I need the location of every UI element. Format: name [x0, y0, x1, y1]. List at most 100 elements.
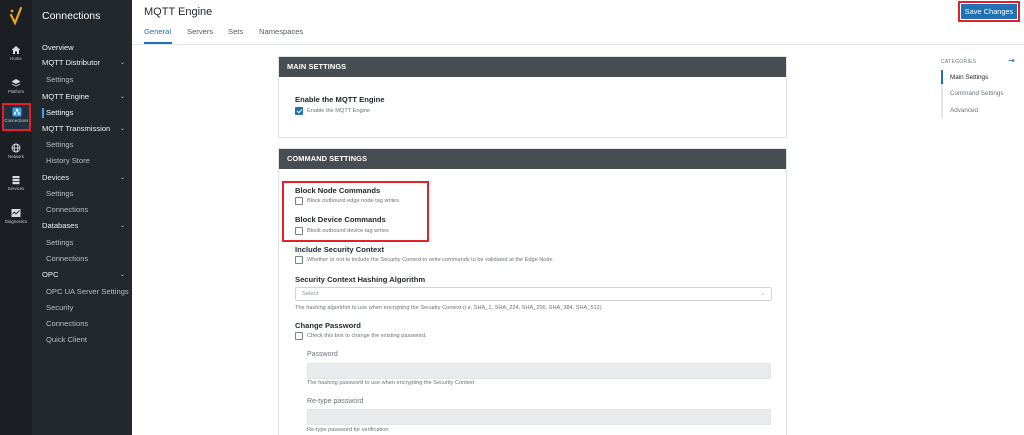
rail-label: Diagnostics — [4, 219, 28, 224]
include-security-context-hint: Whether or not to include the Security C… — [307, 257, 553, 263]
nav-label: Settings — [46, 238, 74, 247]
password-label: Password — [307, 351, 338, 358]
nav-group-databases[interactable]: Databases ⌄ — [32, 218, 132, 234]
page-title: MQTT Engine — [144, 6, 213, 18]
app-window: Home Platform Connections Network Servic… — [0, 0, 1024, 435]
rail-item-connections[interactable]: Connections — [2, 103, 31, 131]
chevron-down-icon: ⌄ — [119, 126, 125, 132]
tab-servers[interactable]: Servers — [187, 27, 213, 36]
rail-label: Network — [8, 154, 24, 159]
rail-label: Connections — [4, 118, 29, 123]
main-settings-card: MAIN SETTINGS Enable the MQTT Engine Ena… — [278, 56, 787, 138]
category-command-settings[interactable]: Command Settings — [950, 90, 1004, 97]
hashing-algorithm-placeholder: Select — [302, 291, 319, 297]
retype-password-hint: Re-type password for verification — [307, 427, 389, 433]
block-commands-highlight — [282, 181, 429, 242]
chevron-down-icon: ⌄ — [119, 223, 125, 229]
nav-title: Connections — [42, 10, 101, 22]
nav-item-history-store[interactable]: History Store — [32, 153, 132, 169]
server-icon — [12, 176, 20, 185]
nav-item-databases-connections[interactable]: Connections — [32, 251, 132, 267]
tab-namespaces[interactable]: Namespaces — [259, 27, 303, 36]
include-security-context-label: Include Security Context — [295, 245, 385, 254]
tab-sets[interactable]: Sets — [228, 27, 243, 36]
retype-password-input[interactable] — [307, 409, 771, 425]
main-content: MQTT Engine General Servers Sets Namespa… — [132, 0, 1024, 435]
nav-item-opc-ua-server-settings[interactable]: OPC UA Server Settings — [32, 284, 132, 300]
category-advanced[interactable]: Advanced — [950, 107, 978, 114]
include-security-context-checkbox[interactable] — [295, 256, 303, 264]
nav-label: Overview — [42, 43, 74, 52]
rail-item-network[interactable]: Network — [0, 140, 32, 168]
rail-label: Services — [7, 186, 25, 191]
nav-group-mqtt-engine[interactable]: MQTT Engine ⌄ — [32, 89, 132, 105]
nav-item-databases-settings[interactable]: Settings — [32, 235, 132, 251]
retype-password-label: Re-type password — [307, 398, 364, 405]
categories-title: CATEGORIES — [941, 59, 977, 65]
nav-item-devices-settings[interactable]: Settings — [32, 186, 132, 202]
nav-label: Security — [46, 303, 74, 312]
rail-label: Home — [10, 56, 22, 61]
tab-divider — [132, 44, 1024, 45]
nav-label: Databases — [42, 221, 79, 230]
nav-label: OPC UA Server Settings — [46, 287, 129, 296]
categories-active-indicator — [941, 70, 943, 84]
chevron-down-icon: ⌄ — [119, 175, 125, 181]
app-logo-icon — [9, 6, 23, 26]
change-password-hint: Check this box to change the existing pa… — [307, 333, 427, 339]
nav-label: Connections — [46, 254, 89, 263]
rail-item-diagnostics[interactable]: Diagnostics — [0, 205, 32, 233]
nav-label: MQTT Transmission — [42, 124, 111, 133]
nav-group-opc[interactable]: OPC ⌄ — [32, 267, 132, 283]
chevron-down-icon: ⌄ — [119, 272, 125, 278]
hashing-algorithm-label: Security Context Hashing Algorithm — [295, 275, 426, 284]
change-password-label: Change Password — [295, 321, 361, 330]
nav-label: Connections — [46, 205, 89, 214]
nav-label: Devices — [42, 173, 70, 182]
enable-engine-checkbox-label: Enable the MQTT Engine — [307, 108, 371, 114]
nav-item-opc-connections[interactable]: Connections — [32, 316, 132, 332]
nav-item-opc-security[interactable]: Security — [32, 300, 132, 316]
password-input[interactable] — [307, 363, 771, 379]
globe-icon — [11, 143, 21, 153]
nav-group-devices[interactable]: Devices ⌄ — [32, 170, 132, 186]
nav-label: MQTT Engine — [42, 92, 90, 101]
icon-rail: Home Platform Connections Network Servic… — [0, 0, 32, 435]
connections-icon — [12, 107, 21, 117]
home-icon — [11, 46, 21, 54]
nav-item-devices-connections[interactable]: Connections — [32, 202, 132, 218]
hashing-algorithm-hint: The hashing algorithm to use when encryp… — [295, 305, 604, 311]
category-main-settings[interactable]: Main Settings — [950, 74, 988, 81]
change-password-checkbox[interactable] — [295, 332, 303, 340]
layers-icon — [11, 79, 21, 87]
chevron-down-icon: ⌄ — [760, 291, 765, 297]
nav-item-distributor-settings[interactable]: Settings — [32, 72, 132, 88]
nav-label: MQTT Distributor — [42, 58, 101, 67]
chevron-down-icon: ⌄ — [119, 60, 125, 66]
nav-group-mqtt-distributor[interactable]: MQTT Distributor ⌄ — [32, 55, 132, 71]
nav-group-mqtt-transmission[interactable]: MQTT Transmission ⌄ — [32, 121, 132, 137]
enable-engine-checkbox[interactable] — [295, 107, 303, 115]
main-settings-header: MAIN SETTINGS — [279, 57, 786, 77]
nav-label: Settings — [46, 189, 74, 198]
nav-label: Settings — [46, 140, 74, 149]
collapse-panel-icon[interactable]: ⇥ — [1008, 56, 1015, 65]
rail-item-services[interactable]: Services — [0, 172, 32, 200]
nav-item-engine-settings[interactable]: Settings — [32, 105, 132, 121]
save-changes-button[interactable]: Save Changes — [961, 4, 1017, 19]
nav-item-quick-client[interactable]: Quick Client — [32, 332, 132, 348]
rail-label: Platform — [8, 89, 24, 94]
enable-engine-label: Enable the MQTT Engine — [295, 95, 385, 104]
nav-item-overview[interactable]: Overview — [32, 40, 132, 56]
command-settings-header: COMMAND SETTINGS — [279, 149, 786, 169]
chevron-down-icon: ⌄ — [119, 94, 125, 100]
tab-general[interactable]: General — [144, 27, 171, 36]
password-hint: The hashing password to use when encrypt… — [307, 380, 475, 386]
nav-label: Settings — [46, 108, 74, 117]
rail-item-platform[interactable]: Platform — [0, 75, 32, 103]
nav-label: Quick Client — [46, 335, 87, 344]
nav-label: OPC — [42, 270, 59, 279]
hashing-algorithm-select[interactable]: Select ⌄ — [295, 287, 772, 301]
nav-item-transmission-settings[interactable]: Settings — [32, 137, 132, 153]
rail-item-home[interactable]: Home — [0, 42, 32, 70]
